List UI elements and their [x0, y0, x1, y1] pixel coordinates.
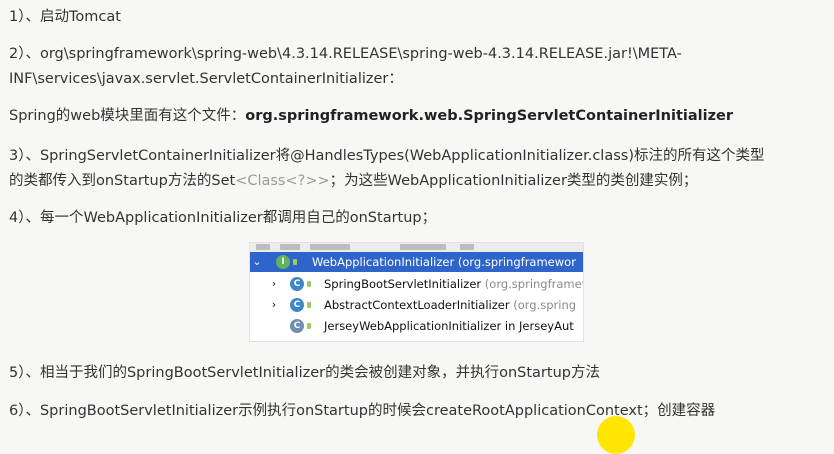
hierarchy-class-name: WebApplicationInitializer — [312, 255, 455, 269]
hierarchy-class-name: JerseyWebApplicationInitializer in Jerse… — [324, 319, 574, 333]
step-2-text-line-1: 2）、org\springframework\spring-web\4.3.14… — [9, 46, 682, 62]
step-2-text-line-2: INF\services\javax.servlet.ServletContai… — [9, 71, 403, 87]
access-icon — [307, 302, 311, 308]
interface-icon: I — [276, 255, 290, 269]
hierarchy-package: (org.springframewor — [457, 255, 576, 269]
step-3-text-suffix: ；为这些WebApplicationInitializer类型的类创建实例； — [329, 173, 698, 189]
spring-web-file-classname: org.springframework.web.SpringServletCon… — [245, 108, 733, 124]
step-3-text-line-1: 3）、SpringServletContainerInitializer将@Ha… — [9, 148, 765, 164]
chevron-right-icon[interactable]: › — [269, 274, 279, 294]
step-1-text: 1）、启动Tomcat — [9, 9, 121, 25]
hierarchy-row-webapplicationinitializer[interactable]: ⌄ I WebApplicationInitializer (org.sprin… — [250, 252, 583, 272]
hierarchy-row-abstractcontextloaderinitializer[interactable]: › C AbstractContextLoaderInitializer (or… — [250, 295, 583, 315]
cursor-highlight — [597, 416, 635, 454]
class-icon: C — [290, 298, 304, 312]
step-3-text-prefix: 的类都传入到onStartup方法的Set — [9, 173, 236, 189]
hierarchy-package: (org.spring — [513, 298, 577, 312]
access-icon — [293, 259, 297, 265]
step-4-text: 4）、每一个WebApplicationInitializer都调用自己的onS… — [9, 210, 437, 226]
step-3-text-line-2: 的类都传入到onStartup方法的Set<Class<?>>；为这些WebAp… — [9, 169, 697, 190]
chevron-down-icon[interactable]: ⌄ — [252, 252, 262, 272]
step-5-text: 5）、相当于我们的SpringBootServletInitializer的类会… — [9, 365, 600, 381]
access-icon — [307, 281, 311, 287]
access-icon — [307, 323, 311, 329]
hierarchy-class-name: SpringBootServletInitializer — [324, 277, 482, 291]
hierarchy-class-name: AbstractContextLoaderInitializer — [324, 298, 510, 312]
class-icon: C — [290, 277, 304, 291]
spring-web-file-note: Spring的web模块里面有这个文件：org.springframework.… — [9, 104, 733, 125]
hierarchy-row-springbootservletinitializer[interactable]: › C SpringBootServletInitializer (org.sp… — [250, 274, 583, 294]
spring-web-file-label: Spring的web模块里面有这个文件： — [9, 108, 246, 124]
hierarchy-row-jerseywebapplicationinitializer[interactable]: C JerseyWebApplicationInitializer in Jer… — [250, 316, 583, 336]
class-icon: C — [290, 319, 304, 333]
type-hierarchy-panel: ⌄ I WebApplicationInitializer (org.sprin… — [249, 242, 584, 342]
hierarchy-package: (org.springframew — [484, 277, 584, 291]
step-3-generic-type: <Class<?>> — [235, 173, 330, 189]
chevron-right-icon[interactable]: › — [269, 295, 279, 315]
